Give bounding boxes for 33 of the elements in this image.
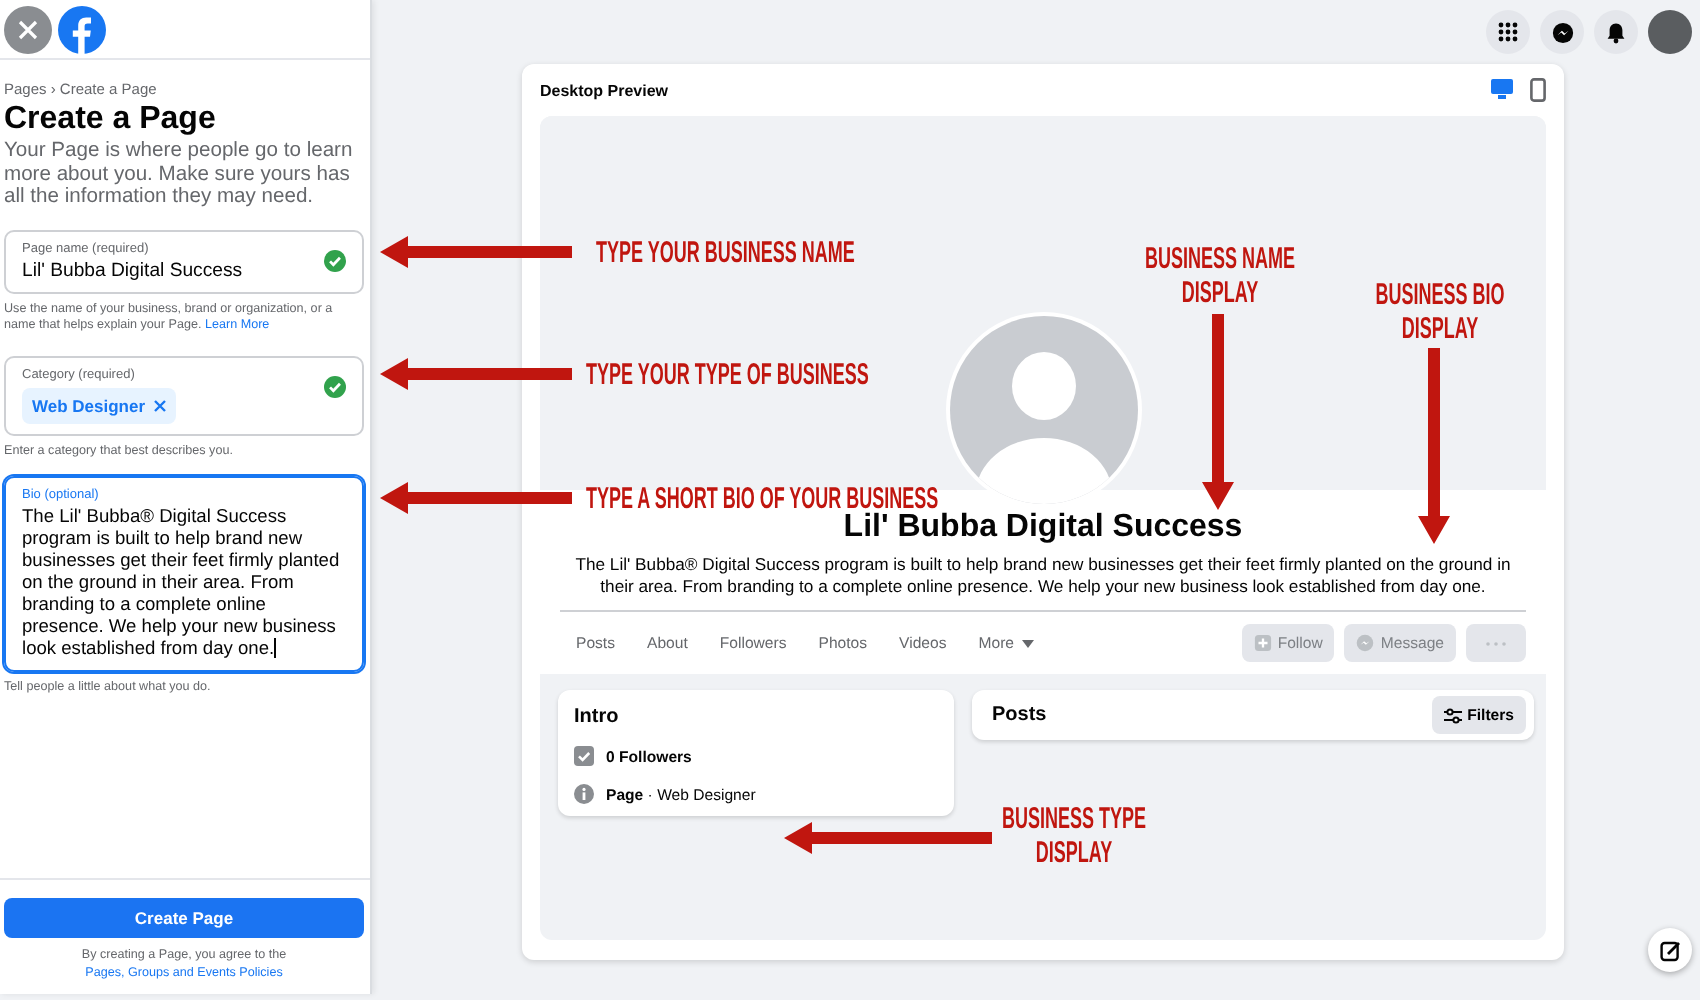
follow-icon [1253, 634, 1272, 652]
compose-icon[interactable] [1648, 928, 1692, 972]
preview-title: Desktop Preview [540, 81, 669, 99]
page-name: Lil' Bubba Digital Success [843, 510, 1243, 546]
remove-icon[interactable] [153, 399, 166, 411]
desktop-icon[interactable] [1490, 78, 1514, 102]
posts-title: Posts [992, 704, 1047, 726]
logo-icon[interactable] [58, 5, 106, 53]
avatar[interactable] [1648, 10, 1692, 54]
menu-icon[interactable] [1486, 10, 1530, 54]
annotation-text: BUSINESS NAME DISPLAY [1143, 242, 1297, 310]
sliders-icon [1443, 707, 1462, 723]
annotation-text: TYPE YOUR BUSINESS NAME [596, 236, 855, 270]
close-icon [18, 19, 38, 39]
bell-icon[interactable] [1594, 10, 1638, 54]
check-icon [324, 249, 346, 271]
phone-icon[interactable] [1530, 78, 1546, 102]
category-chip[interactable]: Web Designer [22, 387, 176, 423]
description: Your Page is where people go to learn more about you. Make sure yours has all the information they may need. [4, 140, 355, 209]
annotation-text: BUSINESS TYPE DISPLAY [1000, 802, 1148, 870]
close-button[interactable] [4, 5, 52, 53]
caret-icon [1022, 639, 1035, 647]
annotation-text: TYPE YOUR TYPE OF BUSINESS [586, 358, 869, 392]
messenger-icon[interactable] [1540, 10, 1584, 54]
page-title: Create a Page [4, 102, 218, 138]
checkbox-icon [574, 746, 594, 766]
check-icon [324, 375, 346, 397]
info-icon [574, 784, 594, 804]
annotation-text: BUSINESS BIO DISPLAY [1373, 278, 1507, 346]
create-page-button[interactable]: Create Page [4, 898, 364, 938]
intro-title: Intro [574, 706, 621, 728]
page-bio: The Lil' Bubba® Digital Success program is built to help brand new businesses get their feet firmly planted on the ground in their area. From branding to a complete online presence. We help your new business look established from day one. [573, 554, 1513, 596]
messenger-icon [1356, 634, 1375, 652]
